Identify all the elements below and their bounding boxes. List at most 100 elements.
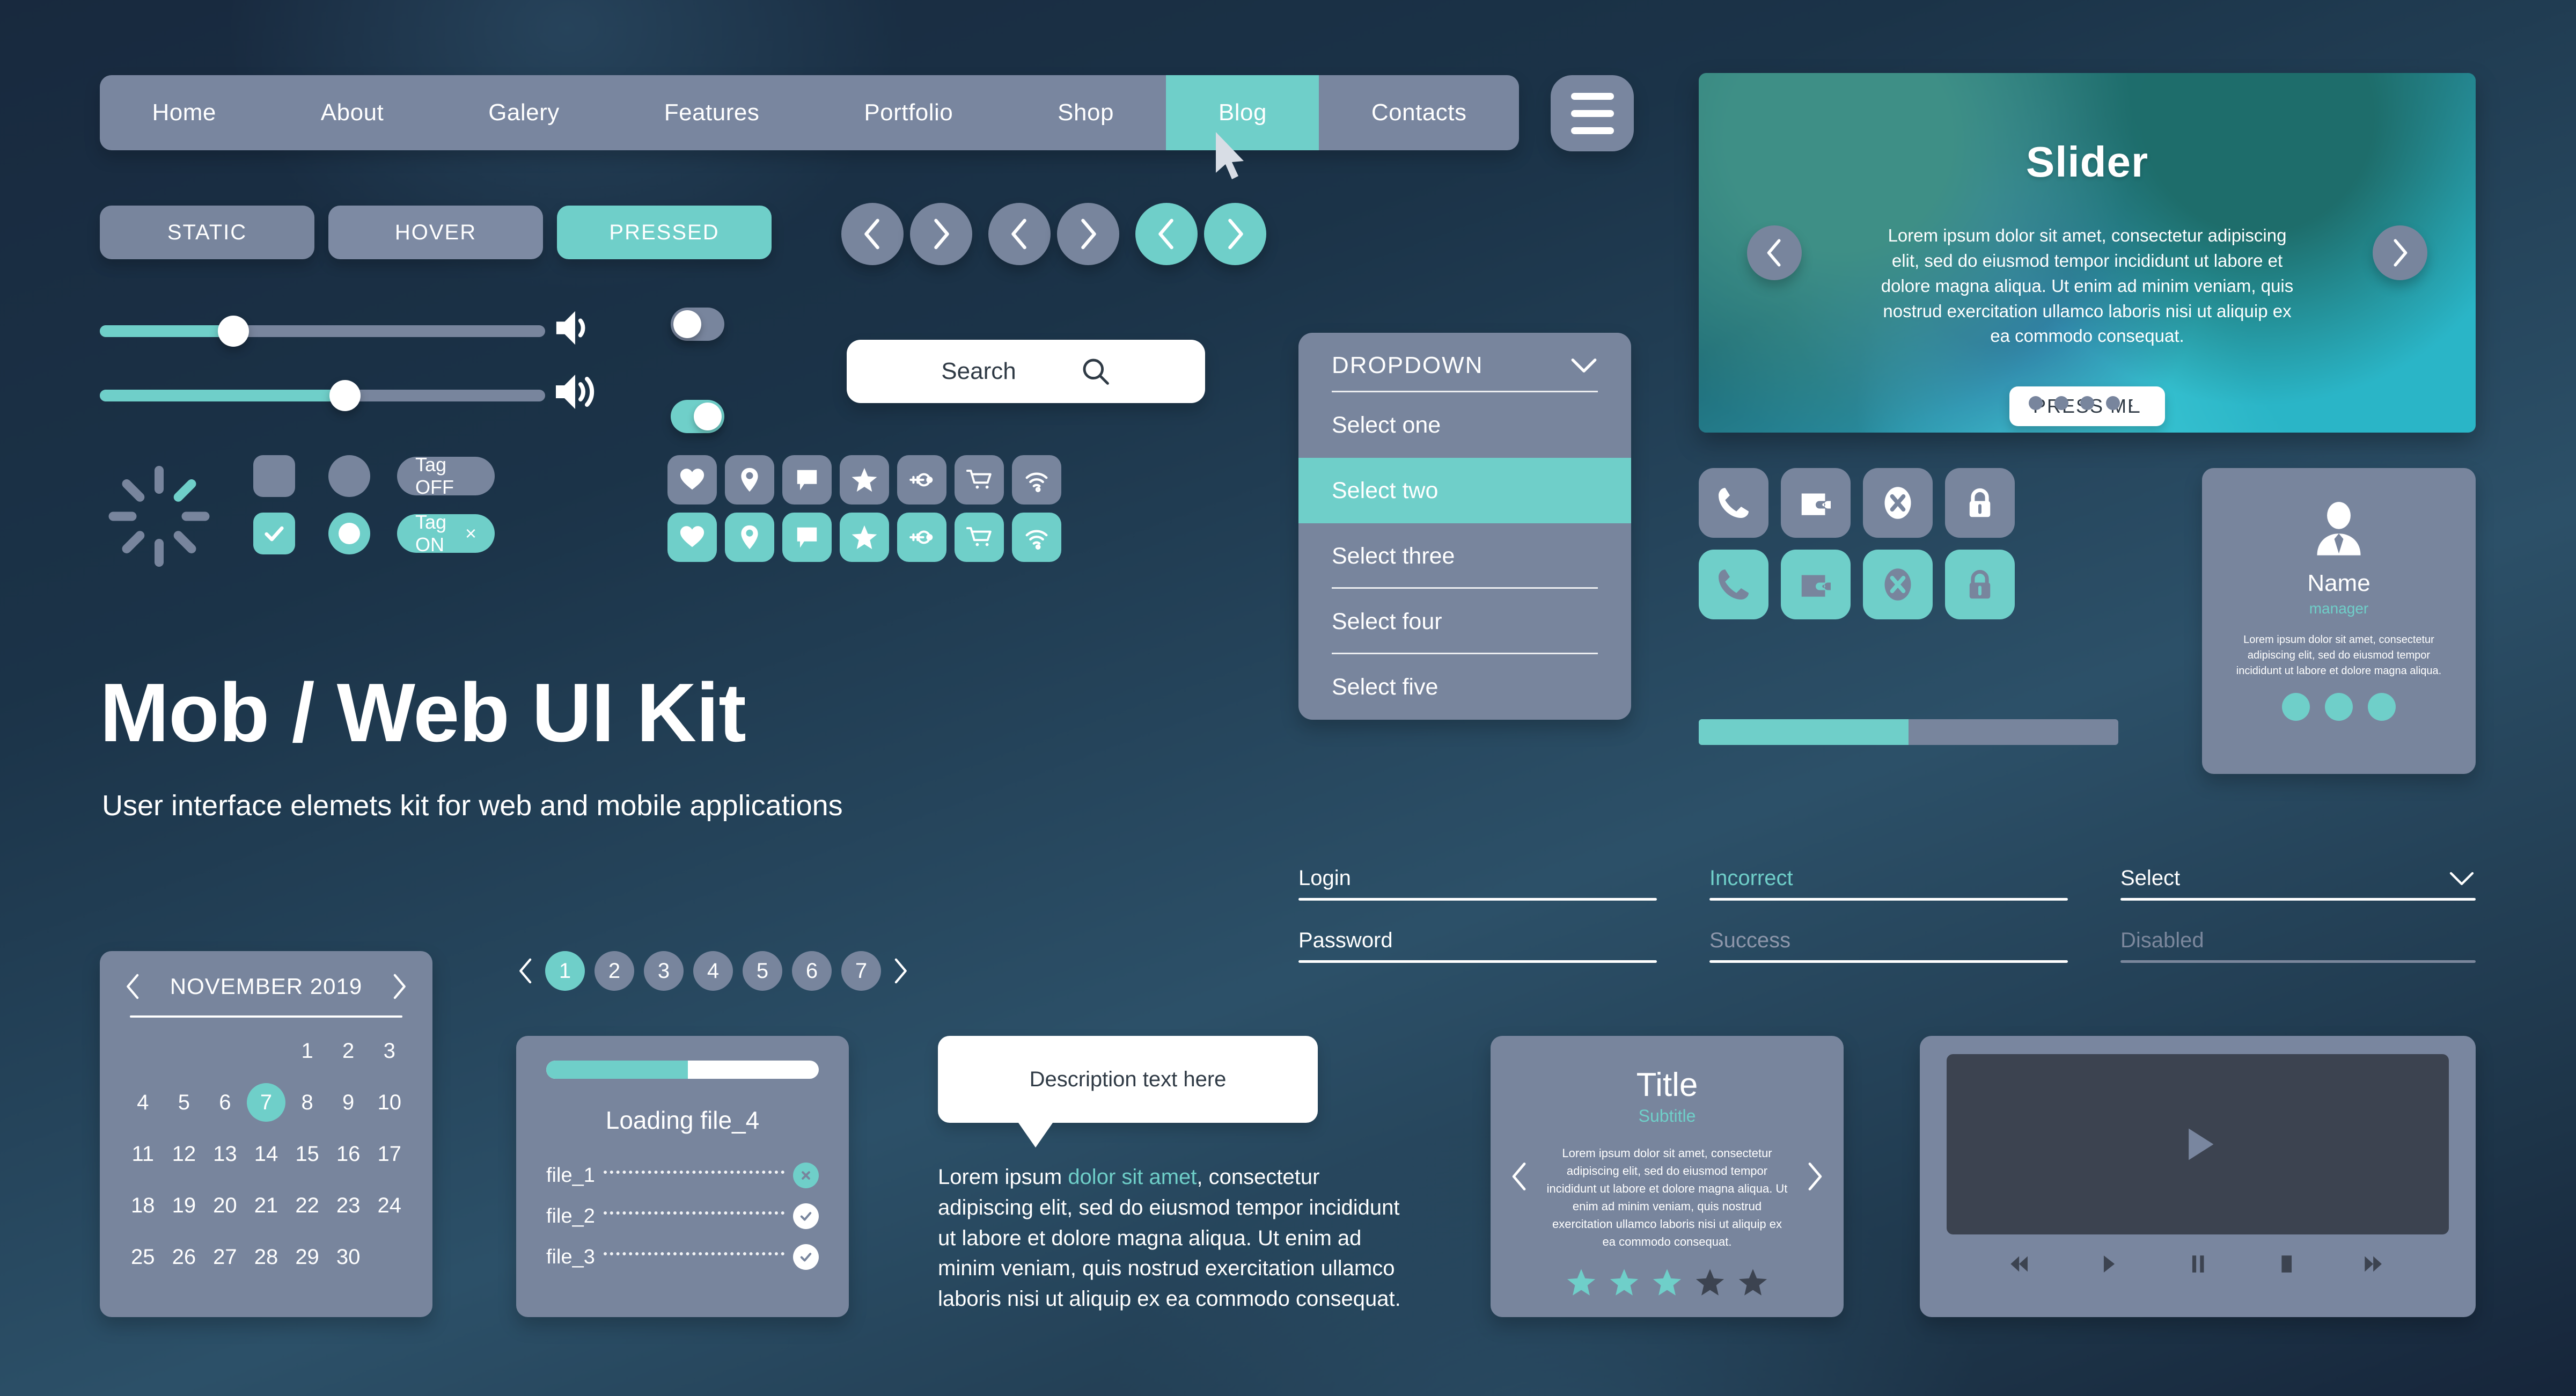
chevron-right-icon[interactable] — [891, 957, 910, 985]
video-screen[interactable] — [1947, 1054, 2449, 1234]
nav-item-about[interactable]: About — [268, 75, 436, 150]
icon-tile-phone[interactable] — [1699, 468, 1768, 538]
calendar-day[interactable]: 12 — [164, 1135, 205, 1173]
icon-tile-location-pin[interactable] — [725, 513, 774, 562]
chevron-down-icon[interactable] — [1570, 357, 1598, 374]
calendar-day[interactable]: 28 — [246, 1238, 287, 1276]
chevron-left-icon[interactable] — [122, 973, 144, 1000]
profile-action-button[interactable] — [2282, 693, 2310, 721]
success-field[interactable]: Success — [1709, 929, 2068, 963]
calendar-day[interactable]: 5 — [164, 1083, 205, 1122]
file-cancel-button[interactable] — [793, 1163, 819, 1188]
icon-tile-key[interactable] — [897, 513, 946, 562]
icon-tile-location-pin[interactable] — [725, 455, 774, 505]
hero-dot[interactable] — [2106, 396, 2120, 410]
icon-tile-shopping-cart[interactable] — [955, 455, 1004, 505]
rewind-icon[interactable] — [2006, 1252, 2036, 1276]
calendar-day[interactable]: 16 — [328, 1135, 369, 1173]
star-icon[interactable] — [1737, 1267, 1768, 1298]
icon-tile-lock[interactable] — [1945, 468, 2015, 538]
calendar-day[interactable]: 20 — [204, 1186, 246, 1225]
calendar-day[interactable]: 1 — [287, 1032, 328, 1070]
tag-on[interactable]: Tag ON × — [397, 511, 495, 556]
radio-unselected[interactable] — [328, 455, 370, 497]
icon-tile-heart[interactable] — [667, 455, 717, 505]
nav-item-home[interactable]: Home — [100, 75, 268, 150]
dropdown-option-2[interactable]: Select two — [1298, 458, 1631, 523]
calendar-day[interactable]: 18 — [122, 1186, 164, 1225]
calendar-day[interactable]: 11 — [122, 1135, 164, 1173]
page-button-2[interactable]: 2 — [595, 951, 634, 991]
calendar-day[interactable]: 10 — [369, 1083, 410, 1122]
checkbox-unchecked[interactable] — [253, 455, 295, 497]
icon-tile-star[interactable] — [840, 455, 889, 505]
toggle-switch-on[interactable] — [671, 400, 724, 433]
icon-tile-star[interactable] — [840, 513, 889, 562]
page-button-6[interactable]: 6 — [792, 951, 832, 991]
hero-next-button[interactable] — [2373, 225, 2427, 280]
icon-tile-lock[interactable] — [1945, 550, 2015, 619]
carousel-next-button[interactable] — [1057, 203, 1119, 265]
calendar-day[interactable]: 19 — [164, 1186, 205, 1225]
icon-tile-heart[interactable] — [667, 513, 717, 562]
hero-prev-button[interactable] — [1747, 225, 1802, 280]
calendar-day[interactable]: 15 — [287, 1135, 328, 1173]
calendar-day[interactable]: 17 — [369, 1135, 410, 1173]
calendar-day[interactable]: 29 — [287, 1238, 328, 1276]
nav-item-contacts[interactable]: Contacts — [1319, 75, 1519, 150]
icon-tile-wifi[interactable] — [1012, 455, 1061, 505]
page-button-1[interactable]: 1 — [545, 951, 585, 991]
calendar-day[interactable]: 21 — [246, 1186, 287, 1225]
profile-action-button[interactable] — [2368, 693, 2396, 721]
carousel-next-button[interactable] — [1204, 203, 1266, 265]
search-input[interactable]: Search — [941, 358, 1016, 385]
icon-tile-phone[interactable] — [1699, 550, 1768, 619]
icon-tile-wifi[interactable] — [1012, 513, 1061, 562]
carousel-next-button[interactable] — [910, 203, 972, 265]
icon-tile-close-circle[interactable] — [1863, 468, 1933, 538]
calendar-day[interactable]: 6 — [204, 1083, 246, 1122]
icon-tile-shopping-cart[interactable] — [955, 513, 1004, 562]
hero-dot[interactable] — [2080, 396, 2094, 410]
page-button-4[interactable]: 4 — [693, 951, 733, 991]
dropdown-menu[interactable]: DROPDOWN Select one Select two Select thre… — [1298, 333, 1631, 720]
nav-item-portfolio[interactable]: Portfolio — [812, 75, 1006, 150]
tag-off[interactable]: Tag OFF — [397, 454, 495, 498]
icon-tile-chat-bubble[interactable] — [782, 455, 832, 505]
calendar-day[interactable]: 14 — [246, 1135, 287, 1173]
calendar-day[interactable]: 30 — [328, 1238, 369, 1276]
page-button-3[interactable]: 3 — [644, 951, 684, 991]
icon-tile-close-circle[interactable] — [1863, 550, 1933, 619]
dropdown-option-4[interactable]: Select four — [1298, 589, 1631, 654]
calendar-day[interactable]: 4 — [122, 1083, 164, 1122]
search-icon[interactable] — [1081, 356, 1111, 386]
volume-slider-1[interactable] — [100, 316, 545, 347]
dropdown-option-5[interactable]: Select five — [1298, 654, 1631, 720]
icon-tile-chat-bubble[interactable] — [782, 513, 832, 562]
incorrect-field[interactable]: Incorrect — [1709, 866, 2068, 901]
nav-item-shop[interactable]: Shop — [1006, 75, 1166, 150]
calendar-day[interactable]: 13 — [204, 1135, 246, 1173]
star-rating[interactable] — [1566, 1267, 1768, 1298]
password-field[interactable]: Password — [1298, 929, 1657, 963]
icon-tile-wallet[interactable] — [1781, 550, 1851, 619]
chevron-left-icon[interactable] — [516, 957, 535, 985]
select-field[interactable]: Select — [2120, 866, 2476, 901]
volume-slider-2[interactable] — [100, 380, 545, 411]
play-icon[interactable] — [2094, 1252, 2124, 1276]
calendar-day[interactable]: 25 — [122, 1238, 164, 1276]
pressed-button[interactable]: PRESSED — [557, 206, 772, 259]
page-button-5[interactable]: 5 — [743, 951, 782, 991]
carousel-prev-button[interactable] — [988, 203, 1051, 265]
dropdown-option-1[interactable]: Select one — [1298, 392, 1631, 458]
calendar-day[interactable]: 3 — [369, 1032, 410, 1070]
page-button-7[interactable]: 7 — [841, 951, 881, 991]
hero-dot[interactable] — [2029, 396, 2043, 410]
star-icon[interactable] — [1609, 1267, 1640, 1298]
search-bar[interactable]: Search — [847, 340, 1205, 403]
carousel-prev-button[interactable] — [841, 203, 904, 265]
chevron-down-icon[interactable] — [2448, 871, 2476, 887]
icon-tile-wallet[interactable] — [1781, 468, 1851, 538]
calendar-day[interactable]: 27 — [204, 1238, 246, 1276]
play-icon[interactable] — [2175, 1122, 2220, 1167]
